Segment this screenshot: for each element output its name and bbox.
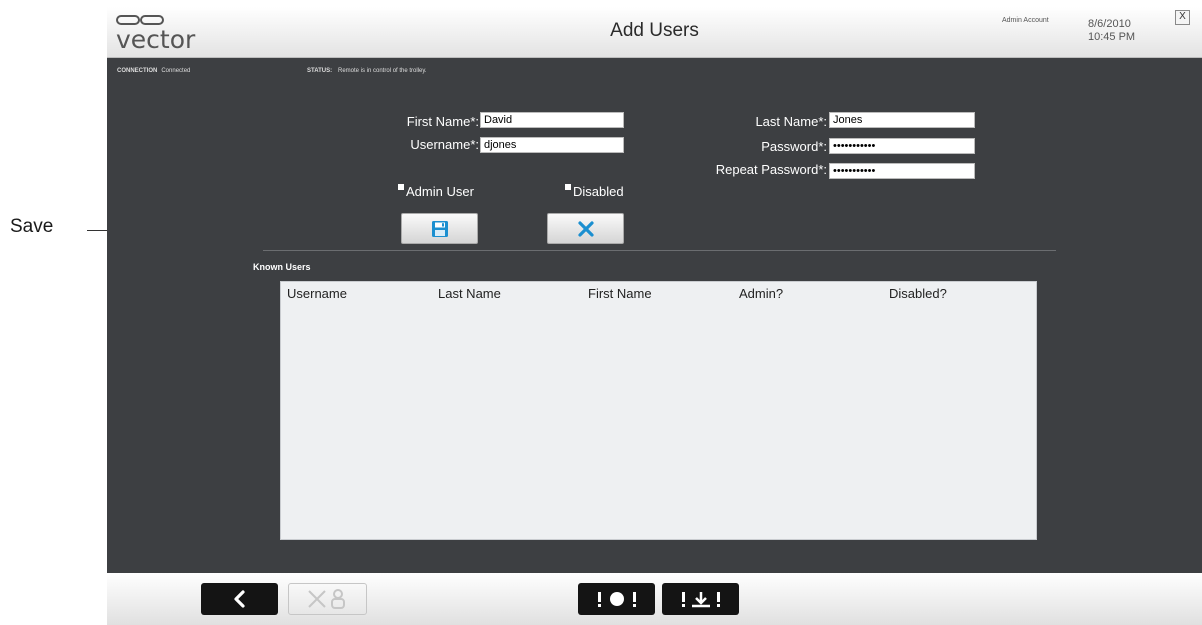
admin-user-label: Admin User xyxy=(406,184,474,199)
table-header: Username Last Name First Name Admin? Dis… xyxy=(281,282,1036,302)
status-bar: CONNECTION Connected STATUS: Remote is in… xyxy=(117,68,427,74)
chevron-left-icon xyxy=(233,590,245,608)
time-text: 10:45 PM xyxy=(1088,31,1136,43)
dock-button[interactable] xyxy=(662,583,739,615)
cancel-button[interactable] xyxy=(547,213,624,244)
known-users-title: Known Users xyxy=(253,262,311,272)
app-window: vector Add Users Admin Account 8/6/2010 … xyxy=(107,7,1202,625)
last-name-field[interactable] xyxy=(829,112,975,128)
first-name-label: First Name*: xyxy=(406,114,479,129)
dock-icon xyxy=(681,592,720,608)
status-label: STATUS: xyxy=(307,68,333,74)
header-bar: vector Add Users Admin Account 8/6/2010 … xyxy=(107,7,1202,58)
x-icon xyxy=(577,220,594,237)
repeat-password-field[interactable] xyxy=(829,163,975,179)
disabled-label: Disabled xyxy=(573,184,624,199)
delete-user-icon xyxy=(307,589,345,609)
stop-icon xyxy=(597,592,636,607)
username-label: Username*: xyxy=(410,137,479,152)
back-button[interactable] xyxy=(201,583,278,615)
section-divider xyxy=(263,250,1056,251)
column-header-first-name[interactable]: First Name xyxy=(588,286,652,301)
password-field[interactable] xyxy=(829,138,975,154)
known-users-table[interactable]: Username Last Name First Name Admin? Dis… xyxy=(280,281,1037,540)
column-header-username[interactable]: Username xyxy=(287,286,347,301)
floppy-disk-icon xyxy=(431,220,448,237)
connection-label: CONNECTION xyxy=(117,68,158,74)
connection-value: Connected xyxy=(161,68,191,74)
column-header-admin[interactable]: Admin? xyxy=(739,286,783,301)
delete-user-button[interactable] xyxy=(288,583,367,615)
admin-account-label: Admin Account xyxy=(1002,17,1049,24)
close-button[interactable]: X xyxy=(1175,10,1190,25)
date-text: 8/6/2010 xyxy=(1088,18,1131,30)
column-header-disabled[interactable]: Disabled? xyxy=(889,286,947,301)
footer-toolbar xyxy=(107,573,1202,625)
username-field[interactable] xyxy=(480,137,624,153)
disabled-checkbox[interactable] xyxy=(565,184,571,190)
last-name-label: Last Name*: xyxy=(755,114,827,129)
save-callout-label: Save xyxy=(10,216,54,237)
first-name-field[interactable] xyxy=(480,112,624,128)
stop-button[interactable] xyxy=(578,583,655,615)
admin-user-checkbox[interactable] xyxy=(398,184,404,190)
password-label: Password*: xyxy=(761,139,827,154)
save-button[interactable] xyxy=(401,213,478,244)
repeat-password-label: Repeat Password*: xyxy=(715,162,827,177)
status-value: Remote is in control of the trolley. xyxy=(338,68,427,74)
column-header-last-name[interactable]: Last Name xyxy=(438,286,501,301)
datetime: 8/6/2010 10:45 PM xyxy=(1088,18,1135,44)
